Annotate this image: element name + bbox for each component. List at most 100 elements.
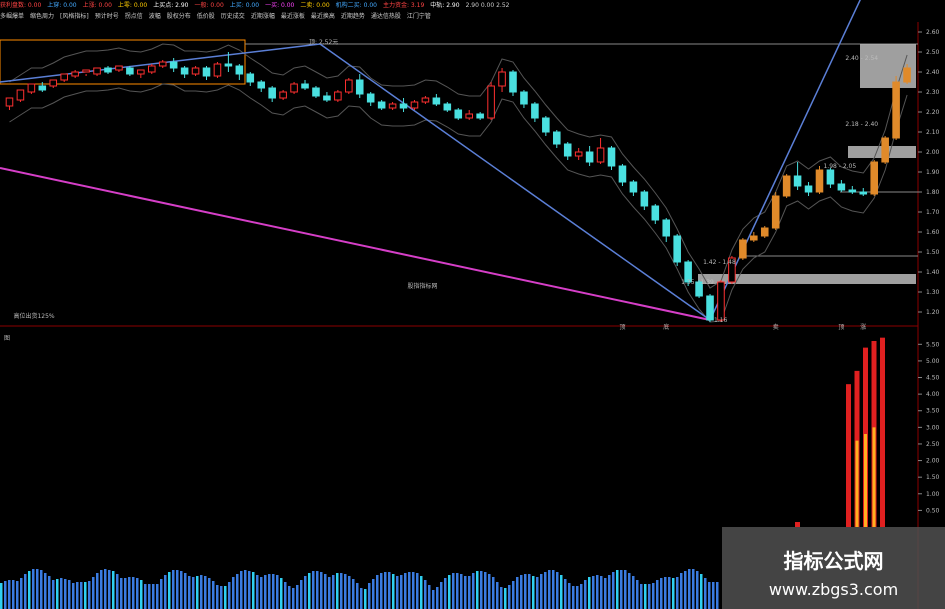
candle[interactable] (870, 161, 878, 195)
volume-bar (684, 571, 687, 609)
candle[interactable] (334, 91, 342, 101)
candle[interactable] (487, 85, 495, 119)
candle[interactable] (49, 79, 58, 87)
volume-bar (76, 582, 79, 609)
candle[interactable] (377, 101, 386, 109)
candle[interactable] (815, 169, 824, 193)
volume-bar (168, 572, 171, 609)
candle[interactable] (38, 85, 47, 91)
candle[interactable] (454, 109, 463, 119)
volume-bar (552, 570, 555, 609)
candle[interactable] (16, 89, 25, 101)
candle[interactable] (717, 281, 725, 321)
signal-marker: 底 (663, 323, 669, 331)
candle[interactable] (279, 91, 287, 99)
candle[interactable] (673, 235, 681, 263)
candle[interactable] (706, 295, 714, 321)
candle[interactable] (892, 81, 900, 139)
candle[interactable] (366, 93, 375, 103)
volume-bar (572, 586, 575, 609)
candle[interactable] (651, 205, 660, 221)
candle[interactable] (235, 65, 244, 75)
candle[interactable] (837, 183, 846, 191)
candle[interactable] (301, 83, 309, 89)
candle[interactable] (169, 61, 178, 69)
volume-bar (624, 570, 627, 609)
candle[interactable] (202, 67, 211, 77)
stock-chart[interactable]: 2.60 2.50 2.40 2.30 2.20 2.10 2.00 1.90 1.80 1.70… (0, 0, 945, 609)
candle[interactable] (27, 83, 36, 93)
candle[interactable] (137, 69, 145, 75)
candle[interactable] (147, 65, 156, 73)
candle[interactable] (618, 165, 627, 183)
candle[interactable] (531, 103, 539, 119)
candle[interactable] (355, 79, 364, 95)
candle[interactable] (859, 191, 868, 195)
candle[interactable] (804, 185, 813, 193)
candle[interactable] (5, 97, 14, 107)
candle[interactable] (443, 103, 452, 111)
candle[interactable] (60, 73, 68, 81)
candle[interactable] (498, 71, 506, 87)
candle[interactable] (465, 113, 473, 119)
candle[interactable] (71, 71, 79, 77)
volume-bar (468, 576, 471, 609)
candle[interactable] (213, 63, 222, 77)
indicator-subpanel[interactable]: 图 5.50 5.00 4.50 4.00 3.50 3.00 2.50 2.00 1.50 1.0… (4, 335, 940, 527)
candle[interactable] (596, 147, 605, 163)
candle[interactable] (520, 91, 528, 105)
volume-bar (220, 586, 223, 609)
candle[interactable] (826, 169, 835, 185)
candle[interactable] (421, 97, 430, 103)
candle[interactable] (782, 175, 791, 197)
candle[interactable] (476, 113, 484, 119)
candle[interactable] (607, 147, 616, 167)
y-tick-label: 1.00 (926, 491, 940, 498)
candle[interactable] (82, 69, 90, 73)
candle[interactable] (290, 83, 298, 93)
candle[interactable] (126, 67, 134, 75)
candle[interactable] (268, 87, 276, 99)
volume-bar (340, 573, 343, 609)
candle[interactable] (191, 67, 200, 75)
candle[interactable] (739, 239, 747, 259)
candle[interactable] (793, 175, 802, 187)
candle[interactable] (104, 67, 112, 73)
candle[interactable] (640, 191, 649, 207)
candle[interactable] (760, 227, 769, 237)
candle[interactable] (629, 181, 638, 193)
volume-bar (464, 576, 467, 609)
volume-bar (656, 580, 659, 609)
candle[interactable] (180, 67, 189, 75)
candle[interactable] (585, 151, 594, 163)
candle[interactable] (750, 235, 758, 241)
price-label: 1.35 - 1.39 (681, 279, 714, 286)
candle[interactable] (771, 195, 780, 229)
candle[interactable] (246, 73, 255, 83)
candle[interactable] (345, 79, 353, 93)
candle[interactable] (323, 95, 331, 101)
volume-bar (120, 578, 123, 609)
candle[interactable] (257, 81, 266, 89)
candle[interactable] (574, 151, 583, 157)
volume-bar (48, 576, 51, 609)
candle[interactable] (662, 219, 671, 237)
price-panel[interactable]: 2.60 2.50 2.40 2.30 2.20 2.10 2.00 1.90 1.80 1.70… (0, 0, 940, 609)
candle[interactable] (224, 63, 233, 67)
candle[interactable] (388, 103, 397, 109)
candle[interactable] (881, 137, 889, 163)
candle[interactable] (410, 101, 419, 109)
candle[interactable] (312, 87, 320, 97)
candle[interactable] (552, 131, 561, 145)
candle[interactable] (115, 65, 123, 71)
candle[interactable] (563, 143, 572, 157)
candle[interactable] (158, 61, 167, 67)
candle[interactable] (399, 103, 408, 109)
y-tick-label: 4.00 (926, 391, 940, 398)
candle[interactable] (509, 71, 517, 93)
candle[interactable] (903, 67, 911, 83)
candle[interactable] (848, 189, 857, 193)
candle[interactable] (432, 97, 441, 105)
candle[interactable] (542, 117, 550, 133)
candle[interactable] (93, 67, 101, 75)
